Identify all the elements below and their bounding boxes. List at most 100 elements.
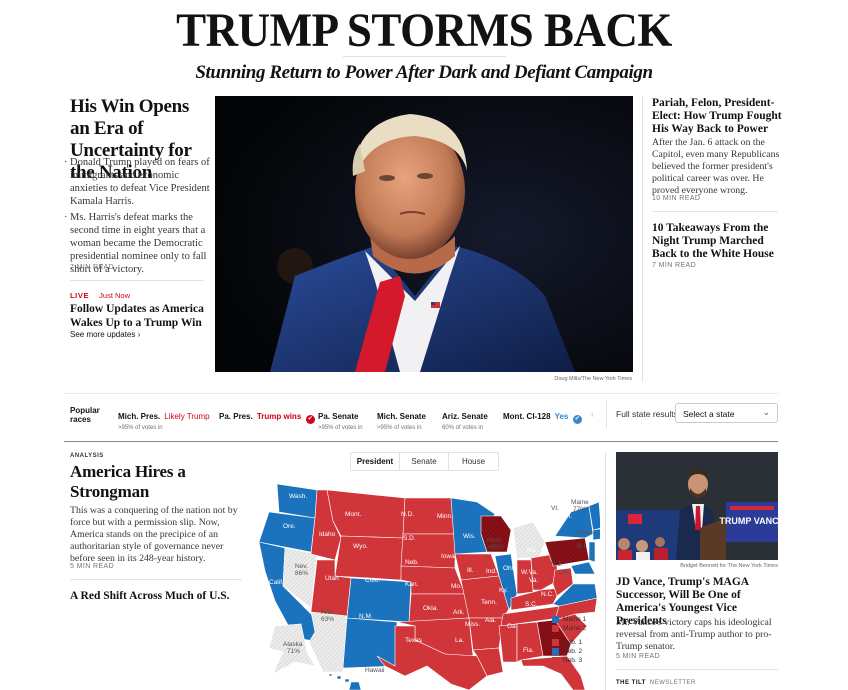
race-name: Mont. CI-128: [503, 412, 551, 421]
svg-text:Mo.: Mo.: [451, 583, 462, 590]
legend-item: Neb. 2: [552, 647, 586, 656]
race-name: Ariz. Senate: [442, 412, 488, 421]
right-story-read-time: 10 MIN READ: [652, 195, 701, 202]
svg-text:Tenn.: Tenn.: [481, 599, 497, 606]
svg-text:Ill.: Ill.: [467, 567, 474, 574]
race-name: Mich. Pres.: [118, 412, 161, 421]
live-headline[interactable]: Follow Updates as America Wakes Up to a …: [70, 302, 210, 330]
svg-text:S.D.: S.D.: [403, 535, 416, 542]
column-divider: [605, 452, 606, 690]
race-item-mich-pres[interactable]: Mich. Pres. Likely Trump >95% of votes in: [118, 406, 210, 431]
svg-text:S.C.: S.C.: [525, 601, 538, 608]
svg-text:Ga.: Ga.: [507, 623, 518, 630]
divider: [616, 669, 778, 670]
jd-vance-summary: Mr. Vance's victory caps his ideological…: [616, 617, 772, 652]
right-story-headline[interactable]: 10 Takeaways From the Night Trump Marche…: [652, 222, 782, 261]
svg-text:Pa.: Pa.: [527, 547, 537, 554]
jd-vance-image[interactable]: TRUMP VANCE: [616, 452, 778, 560]
tab-senate[interactable]: Senate: [400, 453, 449, 470]
race-item-mich-senate[interactable]: Mich. Senate >95% of votes in: [377, 406, 426, 431]
analysis-kicker: ANALYSIS: [70, 453, 104, 459]
svg-text:71%: 71%: [287, 648, 300, 655]
state-nj: [588, 541, 596, 563]
legend-swatch: [552, 625, 559, 632]
divider: [64, 393, 778, 394]
divider: [70, 280, 204, 281]
svg-text:Ohio: Ohio: [503, 565, 517, 572]
state-md-del: [570, 561, 596, 575]
legend-swatch: [552, 616, 559, 623]
state-select-dropdown[interactable]: Select a state ⌄: [675, 403, 778, 423]
svg-text:Wis.: Wis.: [463, 533, 476, 540]
newsletter-name: THE TILT: [616, 680, 646, 686]
svg-text:Wyo.: Wyo.: [353, 543, 368, 550]
race-status: >95% of votes in: [118, 425, 163, 431]
svg-text:Miss.: Miss.: [465, 621, 480, 628]
race-item-pa-senate[interactable]: Pa. Senate >95% of votes in: [318, 406, 363, 431]
svg-text:Idaho: Idaho: [319, 531, 336, 538]
legend-item: Neb. 1: [552, 638, 586, 647]
svg-text:Maine: Maine: [571, 499, 589, 506]
legend-label: Maine 2: [563, 625, 587, 632]
banner-divider: [343, 56, 506, 57]
state-wash: [276, 483, 318, 519]
race-result: Trump wins: [256, 412, 302, 421]
chevron-down-icon: ⌄: [762, 407, 770, 417]
svg-text:N.M.: N.M.: [359, 613, 373, 620]
svg-text:Utah: Utah: [325, 575, 339, 582]
race-item-mont-ci-128[interactable]: Mont. CI-128 Yes ✔: [503, 406, 582, 424]
analysis-headline[interactable]: America Hires a Strongman: [70, 462, 230, 502]
svg-text:Del.: Del.: [559, 569, 571, 576]
svg-text:86%: 86%: [295, 570, 308, 577]
svg-text:Hawaii: Hawaii: [365, 667, 385, 674]
svg-text:Iowa: Iowa: [441, 553, 455, 560]
election-results-map[interactable]: Wash. Ore. Calif. Nev. 86% Idaho Mont. W…: [255, 476, 600, 690]
banner-subheadline[interactable]: Stunning Return to Power After Dark and …: [0, 62, 848, 84]
race-item-ariz-senate[interactable]: Ariz. Senate 60% of votes in: [442, 406, 488, 431]
svg-text:Mont.: Mont.: [345, 511, 361, 518]
svg-text:Vt.: Vt.: [551, 505, 559, 512]
svg-text:Ky.: Ky.: [499, 587, 508, 594]
see-more-updates-link[interactable]: See more updates ›: [70, 330, 140, 339]
race-result: Likely Trump: [164, 412, 210, 421]
live-label-row: LIVE Just Now: [70, 291, 130, 300]
svg-text:Ore.: Ore.: [283, 523, 296, 530]
state-select-value: Select a state: [683, 409, 735, 419]
map-tabs: President Senate House: [350, 452, 499, 471]
svg-text:Ark.: Ark.: [453, 609, 465, 616]
newsletter-label[interactable]: THE TILT NEWSLETTER: [616, 680, 696, 686]
hero-photo-credit: Doug Mills/The New York Times: [554, 376, 632, 382]
hero-image[interactable]: [215, 96, 633, 372]
svg-text:Colo.: Colo.: [365, 577, 380, 584]
svg-text:Fla.: Fla.: [523, 647, 534, 654]
svg-text:Minn.: Minn.: [437, 513, 453, 520]
scroll-left-chevron-icon[interactable]: ‹: [591, 409, 594, 419]
jd-read-time: 5 MIN READ: [616, 653, 661, 660]
tab-president[interactable]: President: [351, 453, 400, 470]
svg-text:Wash.: Wash.: [289, 493, 307, 500]
svg-text:N.J.: N.J.: [551, 561, 563, 568]
svg-text:Calif.: Calif.: [269, 579, 284, 586]
svg-text:>95%: >95%: [487, 544, 504, 551]
red-shift-headline[interactable]: A Red Shift Across Much of U.S.: [70, 590, 230, 602]
banner-headline[interactable]: TRUMP STORMS BACK: [0, 3, 848, 58]
check-circle-icon: ✔: [305, 415, 315, 424]
legend-swatch: [552, 657, 559, 664]
svg-text:Alaska: Alaska: [283, 641, 303, 648]
divider: [70, 579, 242, 580]
svg-text:Ariz.: Ariz.: [321, 609, 334, 616]
live-timestamp: Just Now: [99, 291, 131, 300]
svg-text:Mich.: Mich.: [487, 537, 503, 544]
svg-text:N.H.: N.H.: [559, 513, 572, 520]
right-story-headline[interactable]: Pariah, Felon, President-Elect: How Trum…: [652, 97, 782, 136]
legend-swatch: [552, 639, 559, 646]
tab-house[interactable]: House: [449, 453, 498, 470]
svg-text:Mass.: Mass.: [577, 529, 595, 536]
race-name: Pa. Senate: [318, 412, 359, 421]
state-hawaii: [328, 673, 362, 690]
svg-text:Nev.: Nev.: [295, 563, 308, 570]
state-colo: [346, 577, 412, 623]
map-legend: Maine 1 Maine 2 Neb. 1 Neb. 2 Neb. 3: [552, 615, 586, 665]
race-item-pa-pres[interactable]: Pa. Pres. Trump wins ✔: [219, 406, 315, 424]
right-story-summary: After the Jan. 6 attack on the Capitol, …: [652, 137, 780, 196]
